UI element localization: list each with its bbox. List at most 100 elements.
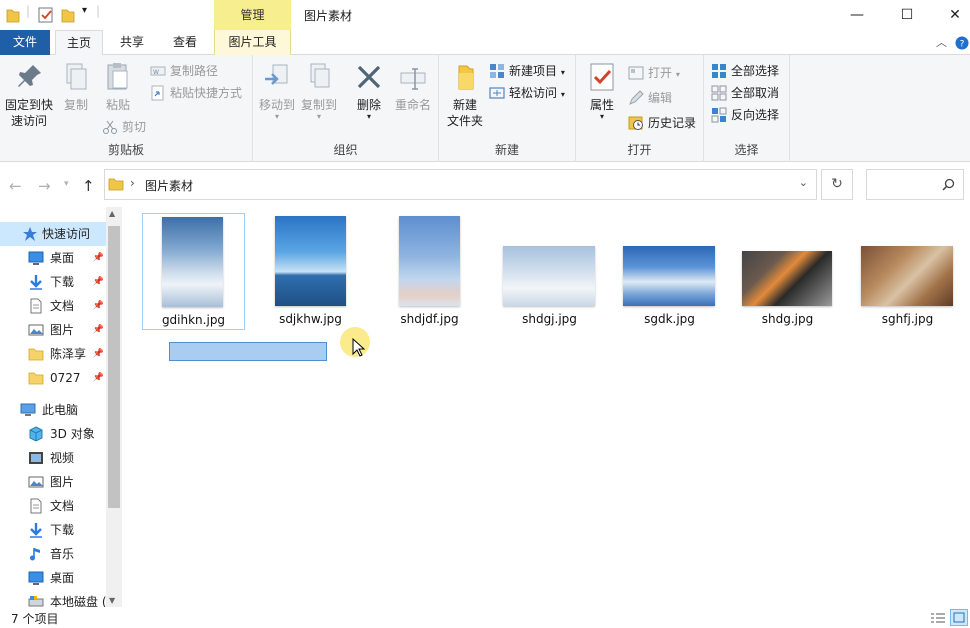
cut-button[interactable]: 剪切 <box>102 117 146 137</box>
sidebar-item-label: 本地磁盘 ( <box>50 595 107 607</box>
pinned-icon: 📌 <box>92 373 104 383</box>
search-input[interactable] <box>866 169 964 200</box>
help-icon[interactable]: ? <box>955 36 969 50</box>
easy-access-button[interactable]: 轻松访问 ▾ <box>489 83 565 103</box>
file-item[interactable]: shdgj.jpg <box>498 213 601 330</box>
open-button[interactable]: 打开 ▾ <box>628 63 680 83</box>
selection-rectangle <box>169 342 327 361</box>
forward-arrow-icon[interactable]: → <box>38 177 51 195</box>
address-bar[interactable]: › 图片素材 ⌄ <box>104 169 817 200</box>
tab-home[interactable]: 主页 <box>55 30 103 56</box>
file-item[interactable]: sghfj.jpg <box>856 213 959 330</box>
invert-selection-button[interactable]: 反向选择 <box>711 105 779 125</box>
select-none-button[interactable]: 全部取消 <box>711 83 779 103</box>
copy-button[interactable]: 复制 <box>58 61 94 113</box>
sidebar-item[interactable]: 文档 <box>0 494 106 518</box>
copy-path-button[interactable]: W 复制路径 <box>150 61 218 81</box>
sidebar-item[interactable]: 视频 <box>0 446 106 470</box>
paste-icon <box>107 63 128 90</box>
folder-icon <box>108 178 124 191</box>
nav-quick-access[interactable]: 快速访问 <box>0 222 106 246</box>
select-group: 全部选择 全部取消 反向选择 选择 <box>704 55 790 162</box>
scroll-down-icon[interactable]: ▼ <box>109 596 115 605</box>
sidebar-item[interactable]: 3D 对象 <box>0 422 106 446</box>
file-item[interactable]: sdjkhw.jpg <box>259 213 362 330</box>
nav-scrollbar-thumb[interactable] <box>108 226 120 508</box>
sidebar-item[interactable]: 0727 📌 <box>0 366 106 390</box>
open-group-label: 打开 <box>627 143 652 157</box>
back-arrow-icon[interactable]: ← <box>9 177 22 195</box>
new-item-button[interactable]: 新建项目 ▾ <box>489 61 565 81</box>
sidebar-item[interactable]: 桌面 <box>0 566 106 590</box>
sidebar-item[interactable]: 下载 <box>0 518 106 542</box>
close-button[interactable]: ✕ <box>932 0 970 30</box>
address-dropdown-chevron-icon[interactable]: ⌄ <box>799 176 808 189</box>
large-icons-view-icon[interactable] <box>950 609 968 626</box>
properties-icon[interactable] <box>38 6 54 24</box>
breadcrumb-current-folder[interactable]: 图片素材 <box>145 177 193 194</box>
tab-picture-tools[interactable]: 图片工具 <box>214 30 291 55</box>
pin-to-quick-access-button[interactable]: 固定到快 速访问 <box>4 61 54 129</box>
ribbon: 固定到快 速访问 复制 粘贴 W 复制路径 粘贴快捷方式 剪切 剪贴板 移动到 <box>0 55 970 162</box>
file-item[interactable]: sgdk.jpg <box>618 213 721 330</box>
file-thumbnail <box>742 251 832 306</box>
sidebar-item[interactable]: 下载 📌 <box>0 270 106 294</box>
up-arrow-icon[interactable]: ↑ <box>82 177 95 195</box>
document-icon <box>30 298 42 314</box>
edit-button[interactable]: 编辑 <box>628 88 672 108</box>
new-folder-icon[interactable] <box>61 6 75 24</box>
organize-group: 移动到 ▾ 复制到 ▾ 删除 ▾ 重命名 组织 <box>253 55 439 162</box>
scroll-up-icon[interactable]: ▲ <box>109 209 115 218</box>
navigation-pane: 快速访问 桌面 📌 下载 📌 文档 📌 图片 📌 陈泽享 📌 0727 📌 此电脑 3D 对象 视频 图片… <box>0 207 122 607</box>
pinned-icon: 📌 <box>92 277 104 287</box>
sidebar-item-label: 文档 <box>50 499 75 513</box>
sidebar-item[interactable]: 音乐 <box>0 542 106 566</box>
music-icon <box>30 548 40 561</box>
move-to-button[interactable]: 移动到 ▾ <box>257 61 297 121</box>
sidebar-item[interactable]: 文档 📌 <box>0 294 106 318</box>
minimize-button[interactable]: — <box>834 0 880 30</box>
star-icon <box>23 227 37 241</box>
file-list: gdihkn.jpg sdjkhw.jpg shdjdf.jpg shdgj.j… <box>122 207 970 607</box>
folder-icon <box>6 9 20 23</box>
history-button[interactable]: 历史记录 <box>628 113 696 133</box>
edit-pencil-icon <box>629 90 644 105</box>
select-all-button[interactable]: 全部选择 <box>711 61 779 81</box>
sidebar-item[interactable]: 图片 📌 <box>0 318 106 342</box>
recent-locations-chevron-icon[interactable]: ▾ <box>64 179 69 189</box>
rename-button[interactable]: 重命名 <box>391 61 435 113</box>
move-to-icon <box>265 64 288 85</box>
collapse-ribbon-icon[interactable]: ︿ <box>936 34 947 50</box>
delete-button[interactable]: 删除 ▾ <box>349 61 389 121</box>
video-icon <box>29 452 43 464</box>
sidebar-item[interactable]: 本地磁盘 ( <box>0 590 107 607</box>
details-view-icon[interactable] <box>930 611 946 625</box>
copy-to-button[interactable]: 复制到 ▾ <box>299 61 339 121</box>
paste-button[interactable]: 粘贴 <box>98 61 138 113</box>
file-item[interactable]: shdg.jpg <box>736 213 839 330</box>
maximize-button[interactable]: ☐ <box>884 0 930 30</box>
pinned-icon: 📌 <box>92 325 104 335</box>
nav-this-pc[interactable]: 此电脑 <box>0 398 106 422</box>
quick-access-dropdown-icon[interactable]: ▾ <box>82 5 87 23</box>
properties-button[interactable]: 属性 ▾ <box>582 61 622 121</box>
tab-share[interactable]: 共享 <box>108 30 156 55</box>
sidebar-item-label: 视频 <box>50 451 75 465</box>
file-item[interactable]: shdjdf.jpg <box>378 213 481 330</box>
sidebar-item[interactable]: 桌面 📌 <box>0 246 106 270</box>
sidebar-item[interactable]: 图片 <box>0 470 106 494</box>
picture-icon <box>28 476 44 488</box>
search-icon <box>942 178 955 191</box>
new-folder-button[interactable]: 新建 文件夹 <box>443 61 487 129</box>
sidebar-item-label: 图片 <box>50 323 75 337</box>
tab-file[interactable]: 文件 <box>0 30 50 55</box>
mouse-cursor-icon <box>352 338 366 357</box>
sidebar-item[interactable]: 陈泽享 📌 <box>0 342 106 366</box>
window-title: 图片素材 <box>304 9 353 23</box>
file-item[interactable]: gdihkn.jpg <box>142 213 245 330</box>
tab-view[interactable]: 查看 <box>161 30 209 55</box>
breadcrumb-separator[interactable]: › <box>130 176 135 190</box>
refresh-icon[interactable]: ↻ <box>821 169 853 200</box>
paste-shortcut-button[interactable]: 粘贴快捷方式 <box>150 83 242 103</box>
3d-objects-icon <box>29 426 43 442</box>
